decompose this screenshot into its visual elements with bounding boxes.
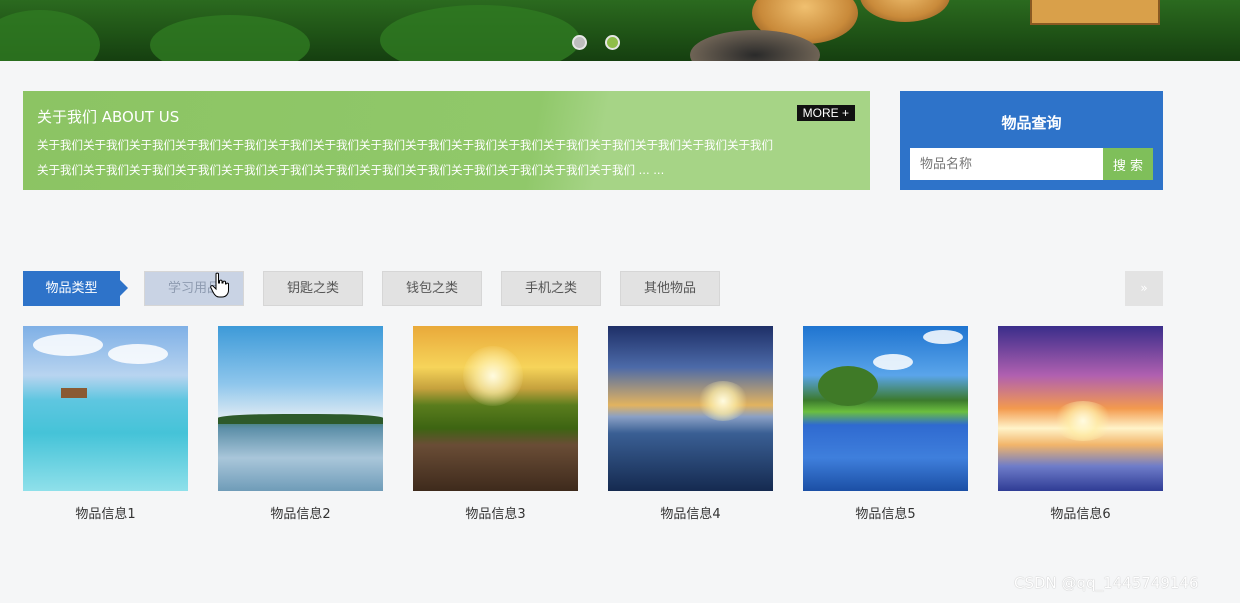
about-text-line: 关于我们关于我们关于我们关于我们关于我们关于我们关于我们关于我们关于我们关于我们… xyxy=(37,138,773,152)
item-caption: 物品信息1 xyxy=(75,507,136,522)
item-caption: 物品信息2 xyxy=(270,507,331,522)
about-text-line: 关于我们关于我们关于我们关于我们关于我们关于我们关于我们关于我们关于我们关于我们… xyxy=(37,163,665,177)
carousel-dot[interactable] xyxy=(605,35,620,50)
banner-foliage xyxy=(150,15,310,61)
next-arrow-button[interactable]: » xyxy=(1125,271,1163,306)
watermark-text: CSDN @qq_1445749146 xyxy=(1014,574,1199,592)
item-card[interactable]: 物品信息3 xyxy=(413,326,578,522)
tab-wallets[interactable]: 钱包之类 xyxy=(382,271,482,306)
hero-banner xyxy=(0,0,1240,61)
cloud-shape xyxy=(108,344,168,364)
more-button[interactable]: MORE + xyxy=(796,105,855,121)
item-caption: 物品信息3 xyxy=(465,507,526,522)
item-image xyxy=(413,326,578,491)
item-card[interactable]: 物品信息4 xyxy=(608,326,773,522)
cloud-shape xyxy=(923,330,963,344)
sun-shape xyxy=(698,381,748,421)
sun-shape xyxy=(1053,401,1113,441)
item-image xyxy=(218,326,383,491)
item-card[interactable]: 物品信息2 xyxy=(218,326,383,522)
cloud-shape xyxy=(873,354,913,370)
carousel-dots xyxy=(572,35,620,50)
about-title: 关于我们 ABOUT US xyxy=(37,108,180,126)
hut-shape xyxy=(61,388,87,398)
hills-shape xyxy=(218,414,383,424)
item-image xyxy=(608,326,773,491)
tab-keys[interactable]: 钥匙之类 xyxy=(263,271,363,306)
tab-other-items[interactable]: 其他物品 xyxy=(620,271,720,306)
sun-shape xyxy=(463,346,523,406)
banner-foliage xyxy=(0,10,100,61)
item-caption: 物品信息4 xyxy=(660,507,721,522)
cloud-shape xyxy=(33,334,103,356)
item-name-input[interactable] xyxy=(910,148,1103,180)
about-us-panel: 关于我们 ABOUT US MORE + 关于我们关于我们关于我们关于我们关于我… xyxy=(23,91,870,190)
item-caption: 物品信息5 xyxy=(855,507,916,522)
about-text: 关于我们关于我们关于我们关于我们关于我们关于我们关于我们关于我们关于我们关于我们… xyxy=(37,133,857,183)
banner-tulou xyxy=(860,0,950,22)
banner-building xyxy=(1030,0,1160,25)
banner-foliage xyxy=(380,5,580,61)
hand-cursor-icon xyxy=(210,272,229,298)
item-card[interactable]: 物品信息5 xyxy=(803,326,968,522)
item-caption: 物品信息6 xyxy=(1050,507,1111,522)
search-title: 物品查询 xyxy=(1001,114,1062,132)
category-label: 物品类型 xyxy=(23,271,128,306)
item-card[interactable]: 物品信息6 xyxy=(998,326,1163,522)
item-image xyxy=(23,326,188,491)
item-image xyxy=(803,326,968,491)
item-card[interactable]: 物品信息1 xyxy=(23,326,188,522)
search-button[interactable]: 搜 索 xyxy=(1103,148,1153,180)
item-image xyxy=(998,326,1163,491)
tree-shape xyxy=(818,366,878,406)
item-search-panel: 物品查询 搜 索 xyxy=(900,91,1163,190)
carousel-dot[interactable] xyxy=(572,35,587,50)
tab-phones[interactable]: 手机之类 xyxy=(501,271,601,306)
